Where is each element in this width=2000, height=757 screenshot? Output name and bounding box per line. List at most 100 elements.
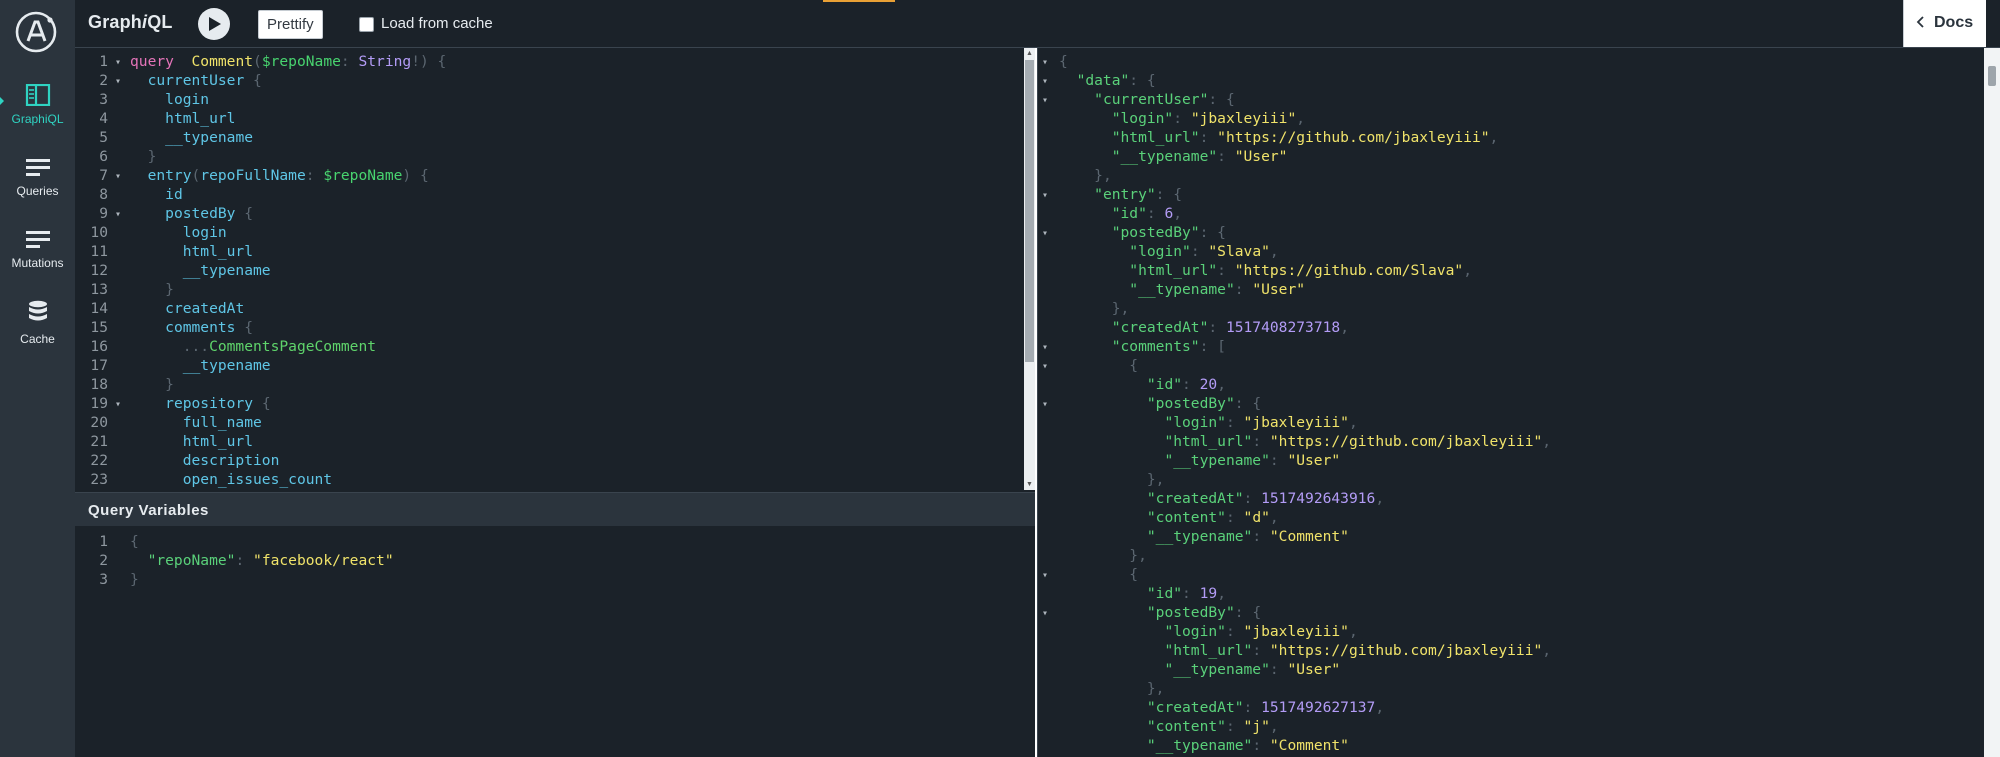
code-token: full_name (182, 414, 262, 431)
code-token: "data" (1076, 72, 1130, 89)
scroll-up-icon[interactable]: ▲ (1026, 50, 1033, 57)
code-line: "__typename": "User" (1059, 451, 1340, 470)
code-line: "__typename": "User" (1059, 147, 1288, 166)
docs-button[interactable]: Docs (1903, 0, 1986, 47)
code-token: , (1173, 205, 1183, 222)
query-variables-editor[interactable]: 1 {2 "repoName": "facebook/react" 3} (75, 526, 1035, 757)
code-token: : (1243, 699, 1262, 716)
code-token: login (182, 224, 227, 241)
prettify-button[interactable]: Prettify (258, 10, 323, 39)
code-token: , (1542, 642, 1552, 659)
code-line: "login": "jbaxleyiii", (1059, 413, 1357, 432)
code-line: open_issues_count (130, 470, 332, 489)
fold-arrow-icon[interactable]: ▾ (1042, 338, 1048, 357)
code-token: "Comment" (1269, 528, 1349, 545)
fold-arrow-icon[interactable]: ▾ (1042, 357, 1048, 376)
code-token: html_url (182, 243, 254, 260)
line-number: 5 (99, 129, 108, 146)
code-token: "jbaxleyiii" (1243, 414, 1349, 431)
query-editor-scrollbar[interactable]: ▲ ▼ (1024, 48, 1035, 490)
code-token: "User" (1287, 661, 1341, 678)
code-line: "postedBy": { (1059, 223, 1226, 242)
code-token: "id" (1146, 585, 1183, 602)
fold-arrow-icon[interactable]: ▾ (1042, 72, 1048, 91)
run-query-button[interactable] (198, 8, 230, 40)
code-token: "login" (1164, 414, 1226, 431)
code-token: : { (1199, 224, 1226, 241)
fold-arrow-icon[interactable]: ▾ (1042, 604, 1048, 623)
fold-arrow-icon[interactable]: ▾ (1042, 186, 1048, 205)
fold-arrow-icon[interactable]: ▾ (115, 167, 121, 186)
query-editor[interactable]: 1 ▾ query Comment($repoName: String!) {2 ▾ … (75, 48, 1035, 490)
sidebar-item-graphiql[interactable]: GraphiQL (0, 84, 75, 126)
line-number: 6 (99, 148, 108, 165)
fold-arrow-icon[interactable]: ▾ (1042, 53, 1048, 72)
result-scrollbar[interactable] (1984, 48, 2000, 757)
fold-arrow-icon[interactable]: ▾ (1042, 395, 1048, 414)
sidebar-item-queries[interactable]: Queries (0, 158, 75, 198)
code-token: 19 (1199, 585, 1218, 602)
code-token: id (165, 186, 183, 203)
code-line: currentUser { (130, 71, 262, 90)
scrollbar-thumb[interactable] (1025, 60, 1034, 362)
code-token: : [ (1199, 338, 1226, 355)
sidebar-item-mutations[interactable]: Mutations (0, 230, 75, 270)
code-token: CommentsPageComment (209, 338, 377, 355)
code-token: , (1217, 585, 1226, 602)
code-line: html_url (130, 432, 253, 451)
fold-arrow-icon[interactable]: ▾ (1042, 91, 1048, 110)
sidebar-item-cache[interactable]: Cache (0, 300, 75, 346)
code-token: : (1252, 528, 1270, 545)
code-token: comments (165, 319, 236, 336)
code-token: "User" (1287, 452, 1341, 469)
code-token: html_url (182, 433, 254, 450)
fold-arrow-icon[interactable]: ▾ (115, 72, 121, 91)
code-token: : (1217, 262, 1235, 279)
scrollbar-thumb[interactable] (1988, 66, 1996, 86)
code-token: query (130, 53, 174, 70)
code-line: { (1059, 356, 1138, 375)
code-line: html_url (130, 242, 253, 261)
query-variables-header[interactable]: Query Variables (75, 492, 1035, 527)
code-line: "entry": { (1059, 185, 1182, 204)
line-number: 17 (90, 357, 108, 374)
fold-arrow-icon[interactable]: ▾ (115, 53, 121, 72)
line-number: 20 (90, 414, 108, 431)
code-token: : (1199, 129, 1218, 146)
load-from-cache-checkbox[interactable] (359, 17, 374, 32)
fold-arrow-icon[interactable]: ▾ (115, 205, 121, 224)
fold-arrow-icon[interactable]: ▾ (1042, 224, 1048, 243)
loading-indicator (823, 0, 895, 2)
code-line: "currentUser": { (1059, 90, 1235, 109)
code-line: id (130, 185, 183, 204)
code-line: } (130, 570, 139, 589)
code-token: "postedBy" (1111, 224, 1200, 241)
scroll-down-icon[interactable]: ▼ (1026, 481, 1033, 488)
fold-arrow-icon[interactable]: ▾ (1042, 566, 1048, 585)
code-line: "createdAt": 1517492627137, (1059, 698, 1384, 717)
graphiql-icon (25, 84, 50, 106)
code-line: } (130, 375, 174, 394)
code-token: { (1129, 566, 1139, 583)
code-line: }, (1059, 470, 1165, 489)
code-token: "https://github.com/Slava" (1234, 262, 1464, 279)
fold-arrow-icon[interactable]: ▾ (115, 395, 121, 414)
code-token: "id" (1111, 205, 1147, 222)
result-viewer: ▾{▾ "data": {▾ "currentUser": { "login":… (1037, 48, 1988, 757)
code-token: : (1269, 661, 1288, 678)
